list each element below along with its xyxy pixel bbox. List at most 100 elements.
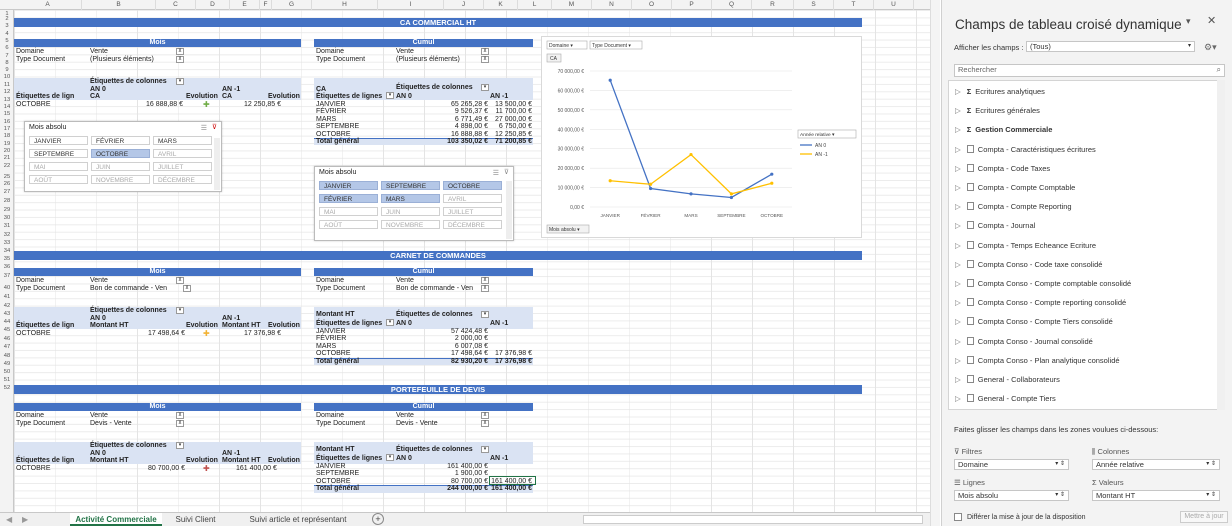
- column-header[interactable]: P: [672, 0, 712, 10]
- slicer1-scrollbar[interactable]: [214, 138, 220, 190]
- row-header[interactable]: 6: [0, 45, 14, 52]
- slicer-item[interactable]: AOÛT: [29, 175, 88, 184]
- slicer-item[interactable]: SEPTEMBRE: [381, 181, 440, 190]
- p5-col-filter-button[interactable]: ▾: [176, 442, 184, 449]
- field-item[interactable]: ▷ Compta - Caractéristiques écritures: [955, 144, 1096, 154]
- expand-arrow-icon[interactable]: ▷: [955, 164, 961, 173]
- p6-type-filter-button[interactable]: ⊻: [481, 420, 489, 427]
- row-header[interactable]: 34: [0, 248, 14, 255]
- expand-arrow-icon[interactable]: ▷: [955, 394, 961, 403]
- row-header[interactable]: 52: [0, 385, 14, 392]
- p4-col-filter-button[interactable]: ▾: [481, 311, 489, 318]
- slicer-item[interactable]: JUIN: [91, 162, 150, 171]
- slicer-mois-absolu-1[interactable]: Mois absolu ☰ ⊽ JANVIER FÉVRIER MARS SEPTEM…: [24, 121, 222, 192]
- update-button[interactable]: Mettre à jour: [1180, 511, 1228, 523]
- slicer-item[interactable]: AVRIL: [443, 194, 502, 203]
- row-header[interactable]: 27: [0, 189, 14, 196]
- column-header[interactable]: J: [444, 0, 484, 10]
- column-header[interactable]: R: [752, 0, 794, 10]
- p4-domaine-filter-button[interactable]: ⊻: [481, 277, 489, 284]
- expand-arrow-icon[interactable]: ▷: [955, 241, 961, 250]
- field-item[interactable]: ▷ Compta Conso - Code taxe consolidé: [955, 259, 1102, 269]
- row-header[interactable]: 47: [0, 344, 14, 351]
- slicer-item[interactable]: JUIN: [381, 207, 440, 216]
- tab-scroll-right-icon[interactable]: ▶: [22, 513, 28, 526]
- column-header[interactable]: A: [14, 0, 82, 10]
- row-header[interactable]: 22: [0, 163, 14, 170]
- row-header[interactable]: 51: [0, 377, 14, 384]
- row-header[interactable]: 21: [0, 155, 14, 162]
- slicer-item[interactable]: FÉVRIER: [91, 136, 150, 145]
- column-header[interactable]: K: [484, 0, 518, 10]
- column-header[interactable]: L: [518, 0, 552, 10]
- p4-row-filter-button[interactable]: ▾: [386, 319, 394, 326]
- field-item[interactable]: ▷ Compta Conso - Compte Tiers consolidé: [955, 317, 1113, 326]
- slicer-item[interactable]: OCTOBRE: [443, 181, 502, 190]
- expand-arrow-icon[interactable]: ▷: [955, 221, 961, 230]
- row-header[interactable]: 43: [0, 311, 14, 318]
- field-item[interactable]: ▷ Compta Conso - Journal consolidé: [955, 336, 1093, 346]
- expand-arrow-icon[interactable]: ▷: [955, 279, 961, 288]
- tab-scroll-left-icon[interactable]: ◀: [6, 513, 12, 526]
- column-header[interactable]: G: [272, 0, 312, 10]
- column-header[interactable]: M: [552, 0, 592, 10]
- slicer-item[interactable]: MAI: [319, 207, 378, 216]
- expand-arrow-icon[interactable]: ▷: [955, 260, 961, 269]
- gear-icon[interactable]: ⚙▾: [1204, 42, 1217, 53]
- column-header[interactable]: E: [230, 0, 260, 10]
- p2-domaine-filter-button[interactable]: ⊻: [481, 48, 489, 55]
- field-item[interactable]: ▷ Compta - Temps Echeance Ecriture: [955, 240, 1096, 250]
- slicer-item[interactable]: DÉCEMBRE: [443, 220, 502, 229]
- expand-arrow-icon[interactable]: ▷: [955, 125, 961, 134]
- expand-arrow-icon[interactable]: ▷: [955, 183, 961, 192]
- slicer-item[interactable]: AVRIL: [153, 149, 212, 158]
- slicer-item[interactable]: OCTOBRE: [91, 149, 150, 158]
- p3-col-filter-button[interactable]: ▾: [176, 307, 184, 314]
- panel-options-chevron-icon[interactable]: ▾: [1186, 16, 1191, 27]
- slicer-mois-absolu-2[interactable]: Mois absolu ☰ ⊽ JANVIER SEPTEMBRE OCTOBRE F…: [314, 166, 514, 241]
- rows-zone-field[interactable]: Mois absolu ▾ ⇕: [954, 490, 1069, 501]
- p3-domaine-filter-button[interactable]: ⊻: [176, 277, 184, 284]
- field-item[interactable]: ▷ Compta - Compte Reporting: [955, 202, 1072, 211]
- sheet-tab[interactable]: Suivi Client: [168, 513, 223, 526]
- row-header[interactable]: 32: [0, 232, 14, 239]
- row-header[interactable]: 44: [0, 319, 14, 326]
- p6-domaine-filter-button[interactable]: ⊻: [481, 412, 489, 419]
- field-item[interactable]: ▷ General - Collaborateurs: [955, 375, 1060, 384]
- slicer-item[interactable]: JANVIER: [29, 136, 88, 145]
- slicer-item[interactable]: JUILLET: [443, 207, 502, 216]
- column-header[interactable]: H: [312, 0, 378, 10]
- column-header[interactable]: T: [834, 0, 874, 10]
- field-item[interactable]: ▷ General - Compte Tiers: [955, 394, 1056, 403]
- expand-arrow-icon[interactable]: ▷: [955, 317, 961, 326]
- column-header[interactable]: S: [794, 0, 834, 10]
- active-cell-cursor[interactable]: [489, 476, 536, 485]
- slicer-item[interactable]: JUILLET: [153, 162, 212, 171]
- row-header[interactable]: 49: [0, 361, 14, 368]
- row-header[interactable]: 15: [0, 111, 14, 118]
- p1-col-filter-button[interactable]: ▾: [176, 78, 184, 85]
- p1-domaine-filter-button[interactable]: ⊻: [176, 48, 184, 55]
- columns-zone-field[interactable]: Année relative ▾ ⇕: [1092, 459, 1220, 470]
- search-input[interactable]: Rechercher ⌕: [954, 64, 1225, 77]
- row-header[interactable]: 33: [0, 240, 14, 247]
- add-sheet-button[interactable]: +: [372, 513, 384, 525]
- show-fields-select[interactable]: (Tous) ▾: [1026, 41, 1195, 52]
- p2-col-filter-button[interactable]: ▾: [481, 84, 489, 91]
- column-header[interactable]: F: [260, 0, 272, 10]
- expand-arrow-icon[interactable]: ▷: [955, 106, 961, 115]
- slicer-item[interactable]: FÉVRIER: [319, 194, 378, 203]
- row-header[interactable]: 35: [0, 256, 14, 263]
- row-header[interactable]: 36: [0, 264, 14, 271]
- column-header[interactable]: O: [632, 0, 672, 10]
- row-header[interactable]: 45: [0, 327, 14, 334]
- column-header[interactable]: B: [82, 0, 156, 10]
- expand-arrow-icon[interactable]: ▷: [955, 375, 961, 384]
- slicer-item[interactable]: NOVEMBRE: [381, 220, 440, 229]
- row-header[interactable]: 37: [0, 273, 14, 280]
- horizontal-scrollbar[interactable]: [583, 515, 923, 524]
- values-zone-field[interactable]: Montant HT ▾ ⇕: [1092, 490, 1220, 501]
- column-header[interactable]: U: [874, 0, 914, 10]
- expand-arrow-icon[interactable]: ▷: [955, 87, 961, 96]
- expand-arrow-icon[interactable]: ▷: [955, 145, 961, 154]
